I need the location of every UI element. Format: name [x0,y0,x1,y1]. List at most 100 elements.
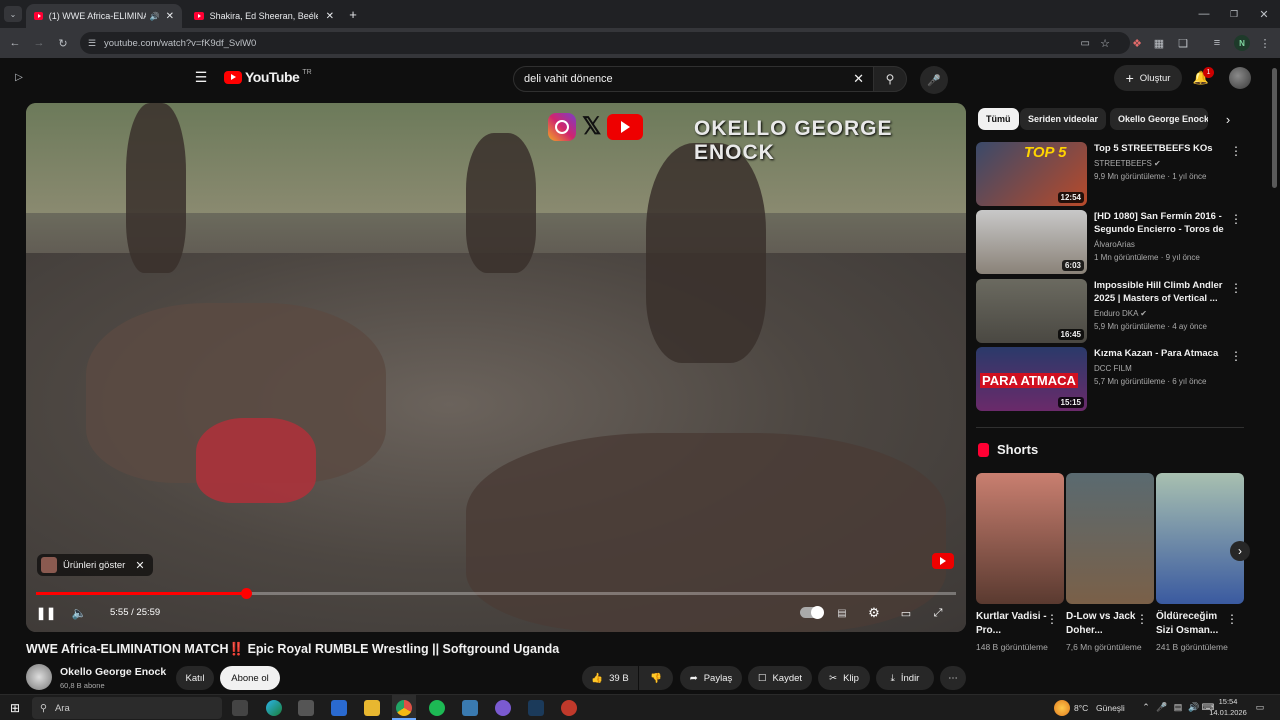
reload-icon[interactable]: ↻ [56,36,70,50]
youtube-header: ▷ ☰ YouTube TR deli vahit dönence ✕ ⚲ 🎤 … [0,58,1280,98]
cast-icon[interactable]: ▷ [10,70,28,84]
short-thumbnail[interactable] [1156,473,1244,604]
autoplay-toggle[interactable] [800,606,824,619]
extension-icon[interactable]: ❖ [1130,36,1144,50]
subscribe-button[interactable]: Abone ol [220,666,280,690]
like-button[interactable]: 👍 39 B [582,666,638,690]
video-thumbnail[interactable]: PARA ATMACA 15:15 [976,347,1087,411]
bookmark-star-icon[interactable]: ☆ [1100,37,1110,50]
recommendation-item[interactable]: 16:45 Impossible Hill Climb Andler 2025 … [976,279,1246,343]
new-tab-icon[interactable]: + [346,6,360,22]
clock-date[interactable]: 14.01.2026 [1204,708,1252,717]
recommendation-item[interactable]: 6:03 [HD 1080] San Fermín 2016 - Segundo… [976,210,1246,274]
tab-inactive[interactable]: Shakira, Ed Sheeran, Beéle - Hip ✕ [186,4,342,28]
channel-name[interactable]: Okello George Enock [60,666,166,678]
save-button[interactable]: ☐ Kaydet [748,666,812,690]
close-icon[interactable]: ✕ [135,559,144,572]
tab-menu-icon[interactable]: ⌄ [4,6,22,22]
profile-avatar[interactable]: N [1234,35,1250,51]
settings-gear-icon[interactable]: ⚙ [866,605,882,621]
file-explorer-icon[interactable] [364,700,380,716]
miniplayer-icon[interactable]: ▭ [898,605,914,621]
chevron-right-icon[interactable]: › [1220,111,1236,127]
volume-icon[interactable]: 🔈 [71,605,87,621]
more-vertical-icon[interactable]: ⋮ [1226,612,1276,626]
chip-all[interactable]: Tümü [978,108,1019,130]
dislike-button[interactable]: 👎 [639,666,673,690]
app-icon[interactable] [462,700,478,716]
network-icon[interactable]: ▤ [1172,701,1184,713]
steam-icon[interactable] [528,700,544,716]
task-view-icon[interactable] [232,700,248,716]
short-thumbnail[interactable] [1066,473,1154,604]
address-bar[interactable]: ☰ youtube.com/watch?v=fK9df_SvlW0 ▭ ☆ [80,32,1130,54]
store-icon[interactable] [298,700,314,716]
more-vertical-icon[interactable]: ⋮ [1230,349,1242,363]
more-vertical-icon[interactable]: ⋮ [1230,144,1242,158]
close-tab-icon[interactable]: ✕ [166,11,174,22]
video-thumbnail[interactable]: TOP 5 12:54 [976,142,1087,206]
show-products-chip[interactable]: Ürünleri göster ✕ [37,554,153,576]
join-button[interactable]: Katıl [176,666,214,690]
subtitles-icon[interactable]: ▤ [834,605,850,621]
close-tab-icon[interactable]: ✕ [326,11,334,22]
voice-search-button[interactable]: 🎤 [920,66,948,94]
youtube-logo[interactable]: YouTube TR [224,69,312,85]
mail-icon[interactable] [331,700,347,716]
clip-button[interactable]: ✂ Klip [818,666,870,690]
discord-icon[interactable] [495,700,511,716]
youtube-play-overlay-icon[interactable] [932,553,954,569]
clock-time[interactable]: 15:54 [1213,697,1243,706]
download-button[interactable]: ⤓ İndir [876,666,934,690]
volume-icon[interactable]: 🔊 [1188,701,1200,713]
taskbar-search[interactable]: ⚲ Ara [32,697,222,719]
chip-channel[interactable]: Okello George Enock [1110,108,1208,130]
browser-menu-icon[interactable]: ⋮ [1258,36,1272,50]
restore-icon[interactable]: ❐ [1226,6,1242,22]
clear-search-icon[interactable]: ✕ [853,71,864,87]
spotify-icon[interactable] [429,700,445,716]
shorts-next-button[interactable]: › [1230,541,1250,561]
taskbar-search-label: Ara [54,702,70,714]
forward-icon[interactable]: → [32,36,46,50]
back-icon[interactable]: ← [8,36,22,50]
site-info-icon[interactable]: ☰ [88,38,96,49]
more-vertical-icon[interactable]: ⋮ [1230,281,1242,295]
media-control-icon[interactable]: ≡ [1210,36,1224,50]
windows-start-icon[interactable]: ⊞ [8,701,22,715]
edge-icon[interactable] [266,700,282,716]
minimize-icon[interactable]: — [1196,6,1212,22]
video-thumbnail[interactable]: 6:03 [976,210,1087,274]
download-label: İndir [900,672,920,684]
install-icon[interactable]: ▭ [1081,38,1090,49]
pause-icon[interactable]: ❚❚ [36,605,56,621]
chip-series[interactable]: Seriden videolar [1020,108,1107,130]
search-input[interactable]: deli vahit dönence ✕ [513,66,875,92]
notification-center-icon[interactable]: ▭ [1254,701,1266,713]
fullscreen-icon[interactable]: ⤢ [930,605,946,621]
account-avatar[interactable] [1229,67,1251,89]
app-icon[interactable] [561,700,577,716]
close-window-icon[interactable]: ✕ [1256,6,1272,22]
recommendation-item[interactable]: PARA ATMACA 15:15 Kızma Kazan - Para Atm… [976,347,1246,411]
channel-avatar[interactable] [26,664,52,690]
progress-bar[interactable] [36,588,956,599]
page-scrollbar[interactable] [1272,68,1277,188]
short-thumbnail[interactable] [976,473,1064,604]
tab-active[interactable]: (1) WWE Africa-ELIMINATIO 🔊 ✕ [26,4,182,28]
video-thumbnail[interactable]: 16:45 [976,279,1087,343]
microphone-icon[interactable]: 🎤 [1156,701,1168,713]
create-button[interactable]: + Oluştur [1114,65,1182,91]
recommendation-channel: STREETBEEFS ✔ [1094,159,1161,168]
scrubber-handle[interactable] [240,588,252,599]
extensions-puzzle-icon[interactable]: ❑ [1176,36,1190,50]
search-button[interactable]: ⚲ [873,66,907,92]
more-actions-button[interactable]: ⋯ [940,666,966,690]
hamburger-menu-icon[interactable]: ☰ [192,68,210,86]
tray-chevron-icon[interactable]: ⌃ [1140,701,1152,713]
more-vertical-icon[interactable]: ⋮ [1230,212,1242,226]
share-button[interactable]: ➦ Paylaş [680,666,742,690]
recommendation-item[interactable]: TOP 5 12:54 Top 5 STREETBEEFS KOs STREET… [976,142,1246,206]
video-player[interactable]: 𝕏 OKELLO GEORGE ENOCK Ürünleri göster ✕ … [26,103,966,632]
extension-icon[interactable]: ▦ [1152,36,1166,50]
